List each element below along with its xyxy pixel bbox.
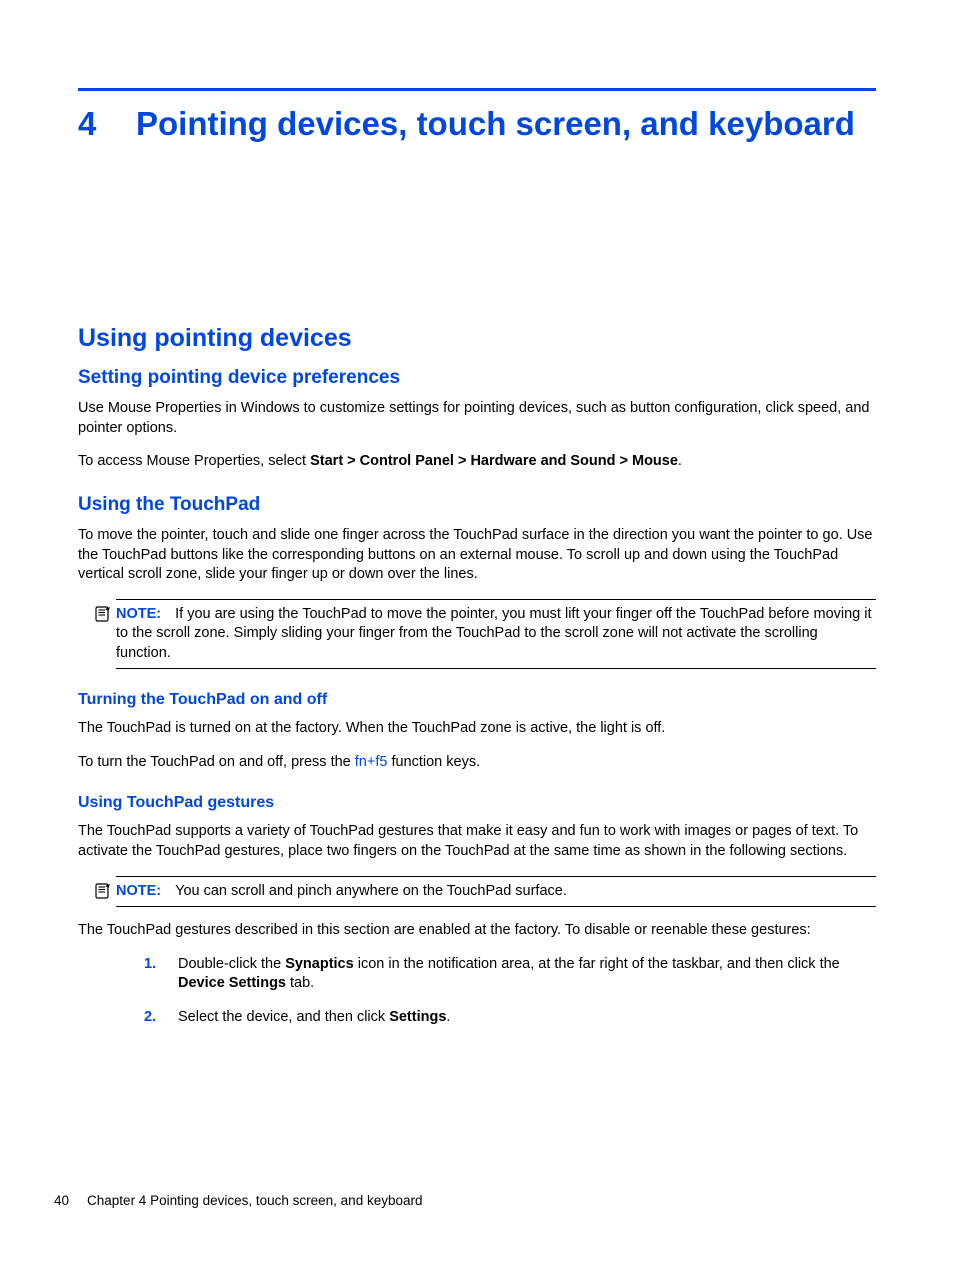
chapter-title: Pointing devices, touch screen, and keyb… (136, 103, 855, 144)
body-text: To access Mouse Properties, select Start… (78, 452, 876, 472)
page-number: 40 (54, 1193, 69, 1208)
note-block: NOTE:If you are using the TouchPad to mo… (116, 599, 876, 670)
footer-text: Chapter 4 Pointing devices, touch screen… (87, 1193, 422, 1208)
subsection-setting-preferences: Setting pointing device preferences (78, 367, 876, 389)
ordered-steps: Double-click the Synaptics icon in the n… (144, 955, 876, 1028)
section-heading-using-pointing-devices: Using pointing devices (78, 324, 876, 353)
body-text: The TouchPad supports a variety of Touch… (78, 822, 876, 861)
note-text: If you are using the TouchPad to move th… (116, 606, 872, 661)
note-text: You can scroll and pinch anywhere on the… (175, 883, 567, 899)
body-text: The TouchPad gestures described in this … (78, 921, 876, 941)
list-item: Double-click the Synaptics icon in the n… (144, 955, 876, 994)
page-footer: 40 Chapter 4 Pointing devices, touch scre… (54, 1193, 423, 1208)
subsubsection-turning-on-off: Turning the TouchPad on and off (78, 691, 876, 709)
chapter-number: 4 (78, 103, 136, 144)
note-icon (95, 606, 111, 622)
body-text: To move the pointer, touch and slide one… (78, 526, 876, 585)
note-icon (95, 883, 111, 899)
note-block: NOTE: You can scroll and pinch anywhere o… (116, 876, 876, 908)
subsection-using-touchpad: Using the TouchPad (78, 494, 876, 516)
body-text: To turn the TouchPad on and off, press t… (78, 753, 876, 773)
chapter-rule (78, 88, 876, 91)
body-text: The TouchPad is turned on at the factory… (78, 719, 876, 739)
chapter-heading: 4 Pointing devices, touch screen, and ke… (78, 103, 876, 144)
note-label: NOTE: (116, 606, 161, 622)
document-page: 4 Pointing devices, touch screen, and ke… (0, 0, 954, 1270)
note-label: NOTE: (116, 883, 161, 899)
body-text: Use Mouse Properties in Windows to custo… (78, 399, 876, 438)
subsubsection-gestures: Using TouchPad gestures (78, 794, 876, 812)
keyboard-shortcut-link[interactable]: fn+f5 (355, 754, 388, 770)
list-item: Select the device, and then click Settin… (144, 1008, 876, 1028)
